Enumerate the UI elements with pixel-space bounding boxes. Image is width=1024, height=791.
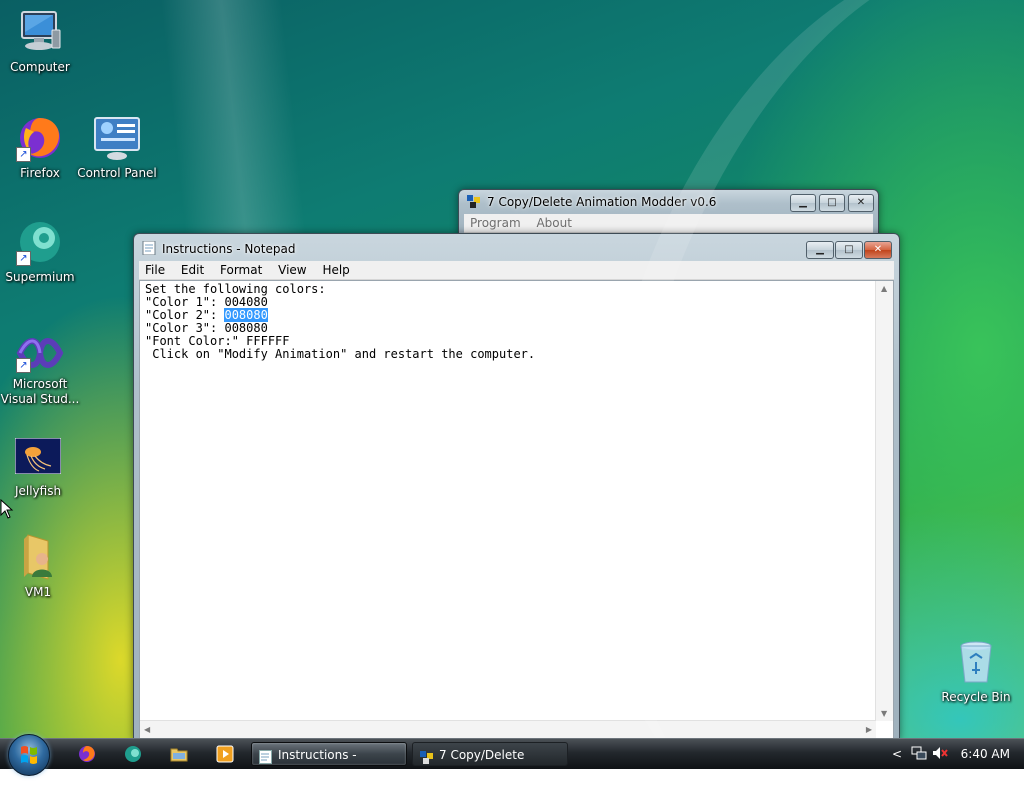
maximize-button[interactable]: □ [835,241,863,259]
editor-text[interactable]: Set the following colors: "Color 1": 0040… [145,283,873,718]
recycle-bin-icon [952,638,1000,686]
taskbar-button-notepad[interactable]: Instructions - Notepad [251,742,407,786]
desktop-icon-label: VM1 [24,585,52,599]
image-thumbnail-icon [14,437,62,475]
start-button[interactable] [8,734,50,776]
taskbar-button-label: 7 Copy/Delete Anim... [439,748,525,786]
scroll-right-arrow-icon[interactable]: ▶ [866,725,872,734]
text-line-prefix: "Color 2": [145,308,225,322]
network-icon[interactable] [911,745,927,764]
tray-expand-button[interactable]: < [892,747,902,761]
quicklaunch-explorer-icon[interactable] [170,745,188,763]
quicklaunch-firefox-icon[interactable] [78,745,96,763]
control-panel-icon [93,114,141,162]
text-line-prefix: "Font Color:" [145,334,247,348]
desktop-icon-computer[interactable]: Computer [0,8,80,75]
taskbar: Instructions - Notepad 7 Copy/Delete Ani… [0,734,1024,786]
modder-app-icon [467,195,481,209]
notepad-window[interactable]: Instructions - Notepad ▁ □ ✕ File Edit F… [133,233,900,738]
text-line-value: FFFFFF [246,334,290,348]
desktop-icon-label: Firefox [20,166,60,180]
notepad-titlebar[interactable]: Instructions - Notepad ▁ □ ✕ [134,234,899,260]
taskbar-button-label: Instructions - Notepad [278,748,357,786]
menu-program[interactable]: Program [464,214,527,232]
menu-about[interactable]: About [530,214,577,232]
shortcut-arrow-icon: ↗ [16,251,31,266]
menu-edit[interactable]: Edit [175,261,210,279]
clock[interactable]: 6:40 AM [961,747,1010,761]
scroll-down-arrow-icon[interactable]: ▼ [881,709,887,718]
desktop-icon-label: Computer [10,60,70,74]
windows-logo-icon [21,746,37,764]
desktop-icon-visual-studio[interactable]: ↗ Microsoft Visual Stud... [0,333,80,407]
menu-format[interactable]: Format [214,261,268,279]
desktop-icon-label: Jellyfish [14,484,62,498]
modder-window[interactable]: 7 Copy/Delete Animation Modder v0.6 ▁ □ … [458,189,879,237]
visual-studio-icon: ↗ [16,333,64,373]
computer-icon [16,8,64,56]
modder-title: 7 Copy/Delete Animation Modder v0.6 [487,195,717,209]
supermium-icon: ↗ [16,218,64,266]
firefox-icon: ↗ [16,114,64,162]
notepad-app-icon [142,240,156,256]
desktop-icon-vm1[interactable]: VM1 [0,533,78,600]
notepad-menubar: File Edit Format View Help [139,261,894,280]
modder-titlebar[interactable]: 7 Copy/Delete Animation Modder v0.6 ▁ □ … [459,190,878,214]
desktop-icon-label: Microsoft Visual Stud... [0,377,80,406]
vertical-scrollbar[interactable]: ▲ ▼ [875,281,893,721]
close-button[interactable]: ✕ [848,194,874,212]
desktop-icon-firefox[interactable]: ↗ Firefox [0,114,80,181]
quicklaunch-supermium-icon[interactable] [124,745,142,763]
menu-help[interactable]: Help [316,261,355,279]
minimize-button[interactable]: ▁ [790,194,816,212]
shortcut-arrow-icon: ↗ [16,358,31,373]
text-line-value: 008080 [224,321,268,335]
scroll-up-arrow-icon[interactable]: ▲ [881,284,887,293]
menu-view[interactable]: View [272,261,312,279]
close-button[interactable]: ✕ [864,241,892,259]
modder-app-icon [420,748,433,764]
desktop: Computer ↗ Firefox Control Panel ↗ Super… [0,0,1024,738]
menu-file[interactable]: File [139,261,171,279]
desktop-icon-label: Recycle Bin [941,690,1011,704]
text-editor[interactable]: Set the following colors: "Color 1": 0040… [139,280,894,738]
desktop-icon-label: Control Panel [77,166,157,180]
horizontal-scrollbar[interactable]: ◀ ▶ [140,720,876,738]
desktop-icon-label: Supermium [5,270,75,284]
taskbar-button-modder[interactable]: 7 Copy/Delete Anim... [412,742,568,786]
desktop-icon-recycle-bin[interactable]: Recycle Bin [936,638,1016,705]
desktop-icon-supermium[interactable]: ↗ Supermium [0,218,80,285]
text-line-prefix: "Color 3": [145,321,225,335]
scroll-left-arrow-icon[interactable]: ◀ [144,725,150,734]
quicklaunch-media-player-icon[interactable] [216,745,234,763]
notepad-icon [259,748,272,764]
minimize-button[interactable]: ▁ [806,241,834,259]
text-line-value: 004080 [224,295,268,309]
text-line-prefix: "Color 1": [145,295,225,309]
user-folder-icon [14,533,62,581]
text-line: Click on "Modify Animation" and restart … [145,347,536,361]
mouse-cursor-icon [0,499,14,519]
notepad-title: Instructions - Notepad [162,242,296,256]
selected-text: 008080 [224,308,268,322]
maximize-button[interactable]: □ [819,194,845,212]
modder-menubar: Program About [464,214,873,233]
desktop-icon-jellyfish[interactable]: Jellyfish [0,437,78,499]
shortcut-arrow-icon: ↗ [16,147,31,162]
desktop-icon-control-panel[interactable]: Control Panel [77,114,157,181]
volume-muted-icon[interactable] [932,745,948,764]
